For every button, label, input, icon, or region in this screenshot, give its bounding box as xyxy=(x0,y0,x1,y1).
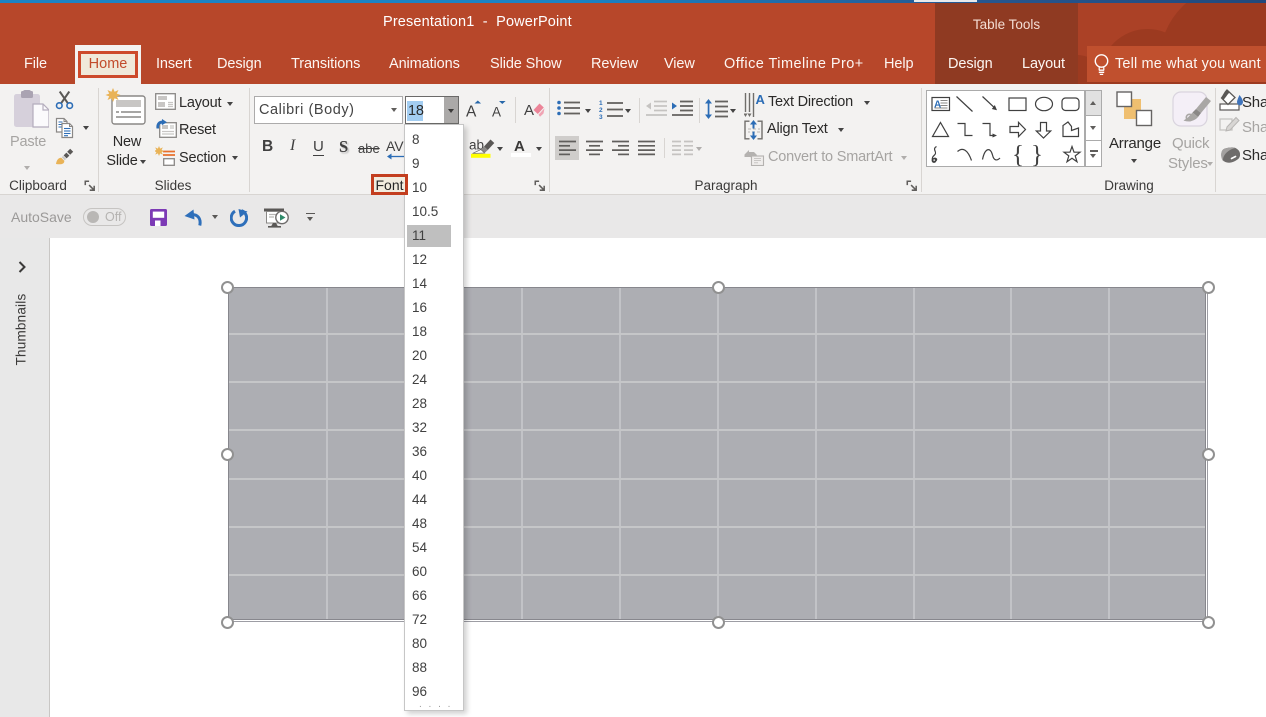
svg-text:}: } xyxy=(1031,142,1043,168)
svg-text:{: { xyxy=(1012,142,1024,168)
svg-text:A: A xyxy=(514,138,525,155)
svg-text:A: A xyxy=(524,102,534,119)
svg-text:A: A xyxy=(466,104,477,121)
svg-text:2: 2 xyxy=(599,107,603,114)
svg-text:3: 3 xyxy=(599,114,603,119)
svg-text:AV: AV xyxy=(386,138,404,154)
svg-text:1: 1 xyxy=(599,100,603,107)
svg-text:A: A xyxy=(934,100,941,111)
svg-text:A: A xyxy=(756,92,766,107)
svg-text:A: A xyxy=(492,105,501,120)
